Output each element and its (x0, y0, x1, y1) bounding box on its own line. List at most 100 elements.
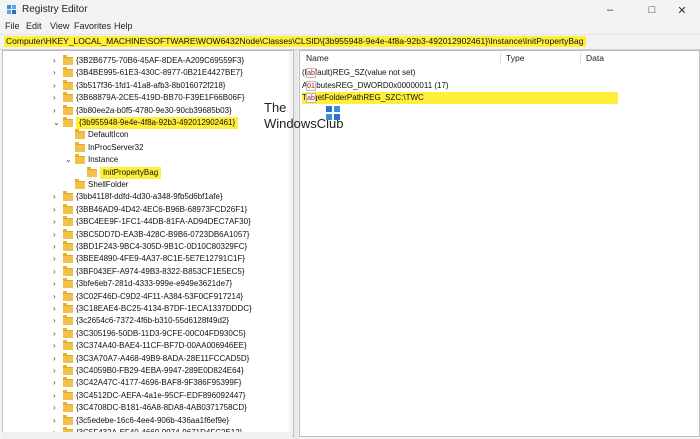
tree-node[interactable]: › {3BC4EE9F-1FC1-44DB-81FA-AD94DEC7AF30} (3, 216, 289, 228)
chevron-right-icon[interactable]: › (53, 340, 56, 352)
column-header-type[interactable]: Type (506, 51, 524, 65)
tree-node[interactable]: ⌄ {3b955948-9e4e-4f8a-92b3-492012902461} (3, 117, 289, 129)
column-header-name[interactable]: Name (306, 51, 329, 65)
chevron-right-icon[interactable]: › (53, 216, 56, 228)
close-button[interactable]: ✕ (664, 0, 700, 20)
chevron-right-icon[interactable]: › (53, 353, 56, 365)
tree-node[interactable]: › {3bfe6eb7-281d-4333-999e-e949e3621de7} (3, 278, 289, 290)
folder-icon (63, 92, 73, 103)
tree-node[interactable]: › {3C42A47C-4177-4696-BAF8-9F386F95399F} (3, 377, 289, 389)
chevron-right-icon[interactable]: › (53, 253, 56, 265)
chevron-right-icon[interactable]: › (53, 204, 56, 216)
tree-node-label: {3BB46AD9-4D42-4EC6-B96B-68973FCD26F1} (76, 204, 248, 214)
column-header-data[interactable]: Data (586, 51, 604, 65)
tree-node-label: ShellFolder (88, 180, 129, 189)
minimize-button[interactable]: – (592, 0, 628, 20)
value-row[interactable]: ab (Default)REG_SZ(value not set) (302, 67, 692, 79)
chevron-right-icon[interactable]: › (53, 303, 56, 315)
address-bar[interactable]: Computer\HKEY_LOCAL_MACHINE\SOFTWARE\WOW… (0, 34, 700, 50)
tree-node[interactable]: › {3bb4118f-ddfd-4d30-a348-9fb5d6bf1afe} (3, 191, 289, 203)
tree-node-label: {3BC4EE9F-1FC1-44DB-81FA-AD94DEC7AF30} (76, 217, 251, 227)
tree-node[interactable]: › {3C4708DC-B181-46A8-8DA8-4AB0371758CD} (3, 402, 289, 414)
address-path[interactable]: Computer\HKEY_LOCAL_MACHINE\SOFTWARE\WOW… (4, 36, 586, 47)
value-row[interactable]: ab TargetFolderPathREG_SZC:\TWC (302, 92, 618, 104)
tree-node-label: {3B4BE995-61E3-430C-8977-0B21E4427BE7} (76, 68, 243, 78)
chevron-right-icon[interactable]: › (53, 402, 56, 414)
tree-node[interactable]: › {3C3A70A7-A468-49B9-8ADA-28E11FCCAD5D} (3, 352, 289, 365)
chevron-right-icon[interactable]: › (53, 241, 56, 253)
chevron-right-icon[interactable]: › (53, 278, 56, 290)
tree-node[interactable]: InProcServer32 (3, 141, 289, 154)
menu-file[interactable]: File (5, 21, 20, 31)
tree-node[interactable]: › {3C374A40-BAE4-11CF-BF7D-00AA006946EE} (3, 340, 289, 352)
watermark: The WindowsClub (264, 100, 344, 140)
tree-node[interactable]: InitPropertyBag (3, 166, 289, 179)
tree-node[interactable]: › {3B2B6775-70B6-45AF-8DEA-A209C69559F3} (3, 55, 289, 67)
menu-edit[interactable]: Edit (26, 21, 42, 31)
tree-node-label: {3C02F46D-C9D2-4F11-A384-53F0CF917214} (76, 291, 244, 301)
tree-node[interactable]: › {3C4512DC-AEFA-4a1e-95CF-EDF896092447} (3, 389, 289, 402)
chevron-right-icon[interactable]: › (53, 291, 56, 303)
tree-node[interactable]: › {3C4059B0-FB29-4EBA-9947-289E0D824E64} (3, 365, 289, 377)
title-bar: Registry Editor – □ ✕ (0, 0, 700, 20)
tree-node[interactable]: › {3C18EAE4-BC25-4134-B7DF-1ECA1337DDDC} (3, 303, 289, 315)
tree-node[interactable]: › {3BC5DD7D-EA3B-428C-B9B6-0723DB6A1057} (3, 228, 289, 241)
chevron-right-icon[interactable]: › (53, 315, 56, 327)
chevron-right-icon[interactable]: › (53, 328, 56, 340)
chevron-down-icon[interactable]: ⌄ (53, 117, 60, 129)
menu-favorites[interactable]: Favorites (74, 21, 111, 31)
tree-node[interactable]: › {3C02F46D-C9D2-4F11-A384-53F0CF917214} (3, 290, 289, 303)
menu-view[interactable]: View (50, 21, 69, 31)
folder-icon (63, 117, 73, 127)
value-row[interactable]: 01 AttributesREG_DWORD0x00000011 (17) (302, 80, 692, 92)
values-pane[interactable]: Name Type Data ab (Default)REG_SZ(value n… (299, 50, 700, 437)
tree-node-label: {3C4512DC-AEFA-4a1e-95CF-EDF896092447} (76, 390, 246, 400)
tree-node-label: {3bb4118f-ddfd-4d30-a348-9fb5d6bf1afe} (76, 192, 223, 202)
folder-icon (63, 377, 73, 388)
tree-node[interactable]: › {3BF043EF-A974-49B3-8322-B853CF1E5EC5} (3, 265, 289, 278)
tree-node[interactable]: › {3b517f36-1fd1-41a8-afb3-8b016072f218} (3, 79, 289, 92)
window-title: Registry Editor (22, 4, 88, 15)
chevron-right-icon[interactable]: › (53, 390, 56, 402)
tree-node[interactable]: › {3B68879A-2CE5-419D-BB70-F39E1F66B06F} (3, 92, 289, 104)
tree-node-label: DefaultIcon (88, 130, 129, 140)
column-divider[interactable] (580, 53, 581, 63)
folder-icon (63, 278, 73, 289)
tree-node[interactable]: › {3c2654c6-7372-4f6b-b310-55d6128f49d2} (3, 315, 289, 327)
chevron-right-icon[interactable]: › (53, 105, 56, 117)
chevron-right-icon[interactable]: › (53, 415, 56, 427)
tree-node-label: {3b80ee2a-b0f5-4780-9e30-90cb39685b03} (76, 105, 232, 115)
chevron-right-icon[interactable]: › (53, 80, 56, 92)
column-divider[interactable] (500, 53, 501, 63)
folder-icon (63, 315, 73, 326)
key-tree-pane[interactable]: › {3B2B6775-70B6-45AF-8DEA-A209C69559F3} ›… (2, 50, 294, 437)
tree-node[interactable]: DefaultIcon (3, 129, 289, 141)
tree-node[interactable]: › {3b80ee2a-b0f5-4780-9e30-90cb39685b03} (3, 104, 289, 117)
tree-node[interactable]: ShellFolder (3, 179, 289, 191)
chevron-right-icon[interactable]: › (53, 92, 56, 104)
chevron-down-icon[interactable]: ⌄ (65, 154, 72, 166)
tree-node-label: Instance (88, 155, 119, 165)
chevron-right-icon[interactable]: › (53, 191, 56, 203)
registry-editor-icon (7, 5, 16, 14)
tree-node[interactable]: › {3C305196-50DB-11D3-9CFE-00C04FD930C5} (3, 327, 289, 340)
chevron-right-icon[interactable]: › (53, 266, 56, 278)
folder-icon (63, 216, 73, 227)
tree-node[interactable]: › {3c5edebe-16c6-4ee4-906b-436aa1f6ef9e} (3, 414, 289, 427)
chevron-right-icon[interactable]: › (53, 229, 56, 241)
folder-icon (63, 365, 73, 375)
tree-node[interactable]: › {3BB46AD9-4D42-4EC6-B96B-68973FCD26F1} (3, 203, 289, 216)
tree-node[interactable]: › {3BEE4890-4FE9-4A37-8C1E-5E7E12791C1F} (3, 253, 289, 265)
value-type: REG_SZ (332, 68, 365, 77)
tree-node[interactable]: ⌄ Instance (3, 154, 289, 166)
folder-icon (63, 265, 73, 276)
chevron-right-icon[interactable]: › (53, 377, 56, 389)
tree-node[interactable]: › {3B4BE995-61E3-430C-8977-0B21E4427BE7} (3, 67, 289, 79)
tree-horizontal-scrollbar[interactable] (2, 432, 292, 439)
menu-help[interactable]: Help (114, 21, 133, 31)
chevron-right-icon[interactable]: › (53, 55, 56, 67)
tree-node[interactable]: › {3BD1F243-9BC4-305D-9B1C-0D10C80329FC} (3, 241, 289, 253)
tree-node-label: {3C42A47C-4177-4696-BAF8-9F386F95399F} (76, 378, 242, 388)
chevron-right-icon[interactable]: › (53, 67, 56, 79)
chevron-right-icon[interactable]: › (53, 365, 56, 377)
